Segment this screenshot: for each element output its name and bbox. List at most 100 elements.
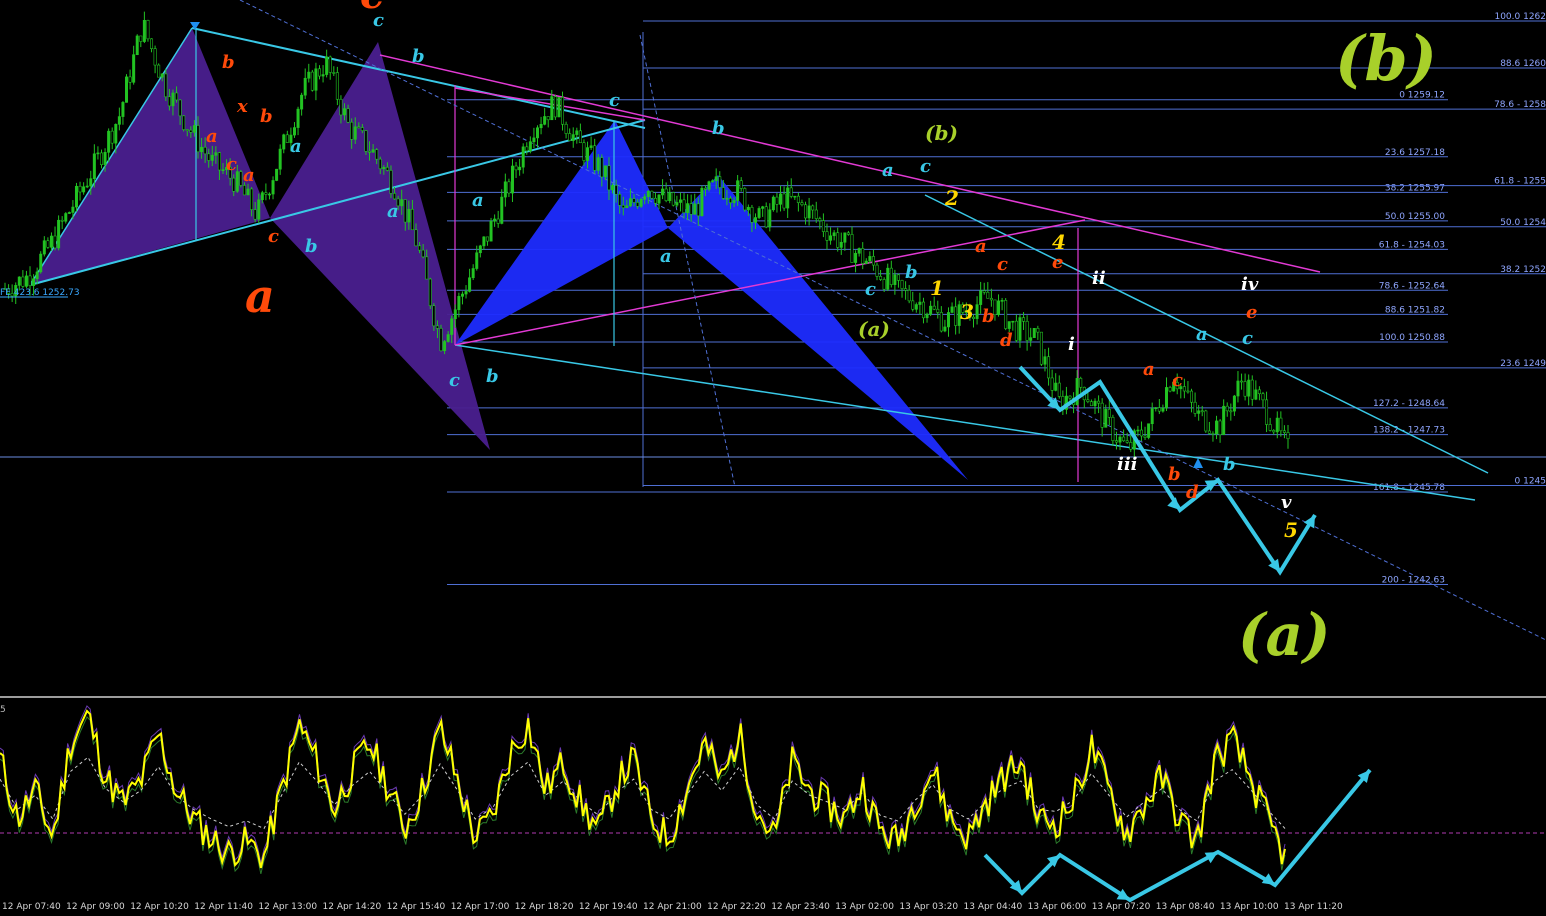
- oscillator-signal-line: [0, 706, 1285, 863]
- candle-body: [1040, 332, 1042, 364]
- wave-label: b: [305, 236, 318, 257]
- candle-body: [1008, 322, 1010, 329]
- candle-body: [711, 181, 713, 182]
- time-axis-label: 12 Apr 22:20: [707, 902, 766, 912]
- candle-body: [733, 200, 735, 202]
- time-axis-label: 12 Apr 15:40: [387, 902, 446, 912]
- candle-body: [243, 185, 245, 194]
- candle-body: [240, 172, 242, 186]
- candle-body: [200, 147, 202, 152]
- candle-body: [726, 198, 728, 199]
- time-axis-label: 12 Apr 21:00: [643, 902, 702, 912]
- candle-body: [1130, 442, 1132, 449]
- wave-label: b: [486, 366, 499, 387]
- candle-body: [47, 241, 49, 248]
- candle-body: [697, 204, 699, 216]
- candle-body: [336, 73, 338, 100]
- candle-body: [1280, 418, 1282, 431]
- candle-body: [1155, 408, 1157, 409]
- wave-label: iv: [1241, 274, 1259, 295]
- candle-body: [97, 153, 99, 154]
- candle-body: [433, 306, 435, 326]
- candle-body: [568, 134, 570, 141]
- wave-label: a: [243, 165, 255, 186]
- candle-body: [132, 55, 134, 83]
- candle-body: [922, 302, 924, 318]
- candle-body: [597, 158, 599, 171]
- candle-body: [1144, 436, 1146, 438]
- time-axis-label: 13 Apr 04:40: [964, 902, 1023, 912]
- wave-label: x: [236, 96, 248, 117]
- candle-body: [761, 207, 763, 209]
- wave-label: b: [412, 46, 425, 67]
- candle-body: [461, 294, 463, 296]
- harmonic-triangle: [455, 120, 668, 345]
- fib-level-label: 23.6 1257.18: [1385, 148, 1445, 158]
- candle-body: [686, 204, 688, 213]
- candle-body: [147, 20, 149, 39]
- candle-body: [904, 289, 906, 291]
- arrow-head: [1205, 847, 1221, 863]
- candle-body: [293, 128, 295, 135]
- candle-body: [122, 102, 124, 116]
- candle-body: [1237, 381, 1239, 396]
- candle-body: [804, 205, 806, 218]
- candle-body: [611, 185, 613, 189]
- candle-body: [1047, 357, 1049, 378]
- candle-body: [912, 301, 914, 309]
- candle-body: [940, 312, 942, 331]
- wave-label: e: [1052, 252, 1063, 273]
- candle-body: [1158, 408, 1160, 411]
- candle-body: [440, 328, 442, 350]
- candle-body: [90, 179, 92, 186]
- candle-body: [1212, 433, 1214, 434]
- candle-body: [508, 182, 510, 193]
- candle-body: [572, 135, 574, 141]
- candle-body: [1126, 441, 1128, 443]
- candle-body: [676, 202, 678, 205]
- fib-level-label: 50.0 1255.00: [1385, 212, 1445, 222]
- candle-body: [222, 170, 224, 171]
- candle-body: [1215, 421, 1217, 434]
- candle-body: [154, 49, 156, 65]
- trading-chart[interactable]: 0 1259.1223.6 1257.1838.2 1255.9750.0 12…: [0, 0, 1546, 912]
- wave-label: (a): [1238, 601, 1330, 669]
- oscillator-projection-path: [985, 770, 1370, 900]
- candle-body: [204, 147, 206, 154]
- candle-body: [736, 181, 738, 201]
- candle-body: [883, 279, 885, 289]
- candle-body: [615, 185, 617, 194]
- candle-body: [1022, 318, 1024, 322]
- candle-body: [694, 204, 696, 215]
- candle-body: [400, 200, 402, 206]
- fib-level-label: 161.8 - 1245.78: [1373, 483, 1445, 493]
- wave-label: c: [373, 10, 384, 31]
- candle-body: [1140, 430, 1142, 436]
- candle-body: [779, 194, 781, 204]
- candle-body: [75, 186, 77, 207]
- candle-body: [629, 199, 631, 206]
- candle-body: [329, 57, 331, 73]
- candle-body: [57, 220, 59, 248]
- fib-level-label: 50.0 1254: [1500, 218, 1546, 228]
- candle-body: [1244, 381, 1246, 396]
- candle-body: [529, 142, 531, 151]
- candle-body: [1233, 396, 1235, 411]
- candle-body: [915, 305, 917, 310]
- candle-body: [411, 209, 413, 229]
- candle-body: [558, 97, 560, 117]
- candle-body: [626, 206, 628, 208]
- candle-body: [547, 116, 549, 119]
- candle-body: [1105, 409, 1107, 427]
- candle-body: [633, 199, 635, 203]
- candle-body: [1094, 401, 1096, 406]
- candle-body: [701, 188, 703, 216]
- candle-body: [451, 319, 453, 335]
- wave-label: 4: [1052, 230, 1066, 254]
- candle-body: [840, 242, 842, 247]
- candle-body: [1226, 406, 1228, 411]
- arrow-head: [1167, 497, 1184, 514]
- candle-body: [1262, 394, 1264, 400]
- wave-label: (a): [858, 317, 890, 341]
- wave-label: v: [1281, 492, 1292, 513]
